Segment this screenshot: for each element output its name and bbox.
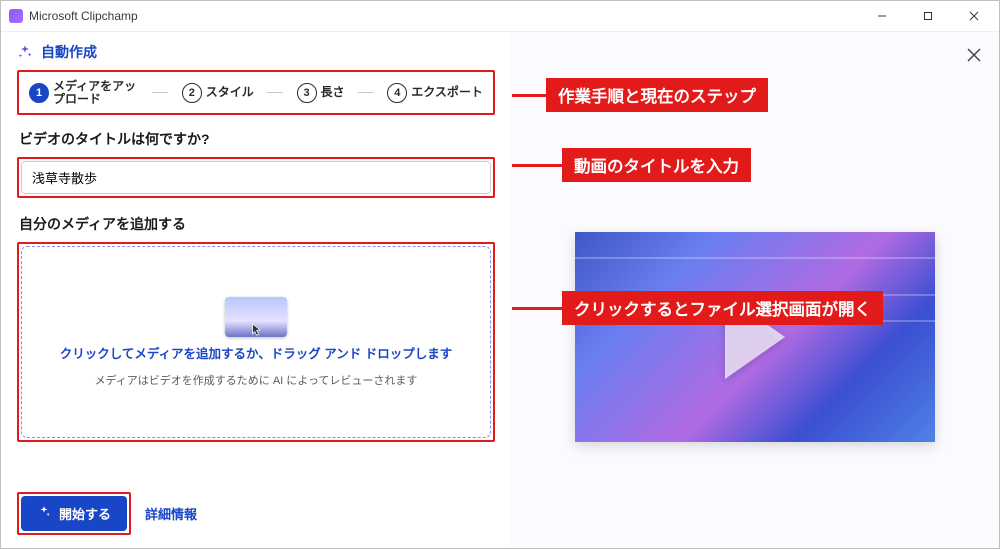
app-body: 自動作成 1 メディアをアップロード 2 スタイル 3 長さ bbox=[1, 32, 999, 549]
step-separator bbox=[152, 92, 168, 93]
dropzone-sub-text: メディアはビデオを作成するために AI によってレビューされます bbox=[95, 372, 418, 388]
step-4-label: エクスポート bbox=[411, 86, 483, 99]
step-2-number: 2 bbox=[182, 83, 202, 103]
play-icon bbox=[725, 295, 785, 379]
dropzone-main-text: クリックしてメディアを追加するか、ドラッグ アンド ドロップします bbox=[60, 345, 452, 364]
step-separator bbox=[358, 92, 374, 93]
media-thumbnail-icon bbox=[225, 297, 287, 337]
video-title-input[interactable] bbox=[21, 161, 491, 194]
dropzone-highlight: クリックしてメディアを追加するか、ドラッグ アンド ドロップします メディアはビ… bbox=[17, 242, 495, 442]
step-2-label: スタイル bbox=[206, 86, 254, 99]
step-separator bbox=[267, 92, 283, 93]
app-icon bbox=[9, 9, 23, 23]
step-3-number: 3 bbox=[297, 83, 317, 103]
maximize-button[interactable] bbox=[905, 1, 951, 31]
step-1-label: メディアをアップロード bbox=[53, 80, 139, 105]
title-question: ビデオのタイトルは何ですか? bbox=[19, 129, 493, 149]
media-dropzone[interactable]: クリックしてメディアを追加するか、ドラッグ アンド ドロップします メディアはビ… bbox=[21, 246, 491, 438]
step-3-label: 長さ bbox=[321, 86, 345, 99]
start-button[interactable]: 開始する bbox=[21, 496, 127, 531]
step-3[interactable]: 3 長さ bbox=[297, 83, 345, 103]
cursor-icon bbox=[248, 322, 264, 343]
start-button-highlight: 開始する bbox=[17, 492, 131, 535]
step-1-number: 1 bbox=[29, 83, 49, 103]
app-title: Microsoft Clipchamp bbox=[29, 9, 138, 23]
left-panel: 自動作成 1 メディアをアップロード 2 スタイル 3 長さ bbox=[1, 32, 511, 549]
step-4-number: 4 bbox=[387, 83, 407, 103]
step-2[interactable]: 2 スタイル bbox=[182, 83, 254, 103]
details-link[interactable]: 詳細情報 bbox=[145, 504, 197, 523]
sparkle-icon bbox=[37, 505, 51, 522]
sparkle-icon bbox=[17, 44, 33, 60]
window-close-button[interactable] bbox=[951, 1, 997, 31]
right-panel bbox=[511, 32, 999, 549]
start-button-label: 開始する bbox=[59, 504, 111, 523]
footer: 開始する 詳細情報 bbox=[17, 492, 197, 535]
panel-close-button[interactable] bbox=[967, 46, 981, 67]
add-media-label: 自分のメディアを追加する bbox=[19, 214, 493, 234]
app-window: Microsoft Clipchamp 自動作成 bbox=[0, 0, 1000, 549]
titlebar-left: Microsoft Clipchamp bbox=[9, 9, 138, 23]
auto-create-header: 自動作成 bbox=[17, 42, 495, 62]
title-input-highlight bbox=[17, 157, 495, 198]
stepper: 1 メディアをアップロード 2 スタイル 3 長さ 4 エクスポート bbox=[17, 70, 495, 115]
video-preview[interactable] bbox=[575, 232, 935, 442]
window-controls bbox=[859, 1, 997, 31]
step-1[interactable]: 1 メディアをアップロード bbox=[29, 80, 139, 105]
minimize-button[interactable] bbox=[859, 1, 905, 31]
titlebar: Microsoft Clipchamp bbox=[1, 1, 999, 32]
auto-create-label: 自動作成 bbox=[41, 42, 97, 62]
step-4[interactable]: 4 エクスポート bbox=[387, 83, 483, 103]
